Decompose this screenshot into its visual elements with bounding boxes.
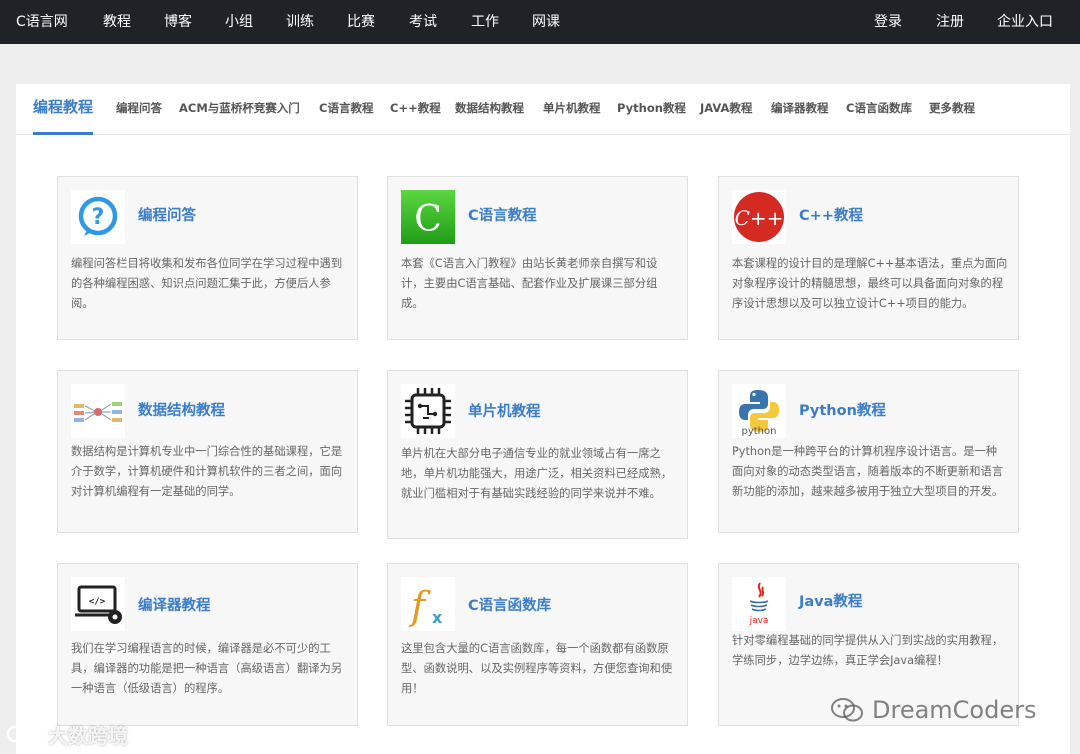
c-language-icon: C (401, 190, 455, 244)
function-icon: f x (401, 577, 455, 631)
nav-item-exam[interactable]: 考试 (409, 0, 437, 44)
card-description: 本套课程的设计目的是理解C++基本语法，重点为面向对象程序设计的精髓思想，最终可… (732, 257, 1008, 310)
nav-item-contest[interactable]: 比赛 (347, 0, 375, 44)
card-compiler-tutorial[interactable]: </> 编译器教程 我们在学习编程语言的时候，编译器是必不可少的工具，编译器的功… (57, 563, 358, 726)
card-description: 单片机在大部分电子通信专业的就业领域占有一席之地，单片机功能强大，用途广泛，相关… (401, 447, 673, 500)
card-description: Python是一种跨平台的计算机程序设计语言。是一种面向对象的动态类型语言，随着… (732, 445, 1004, 498)
login-link[interactable]: 登录 (874, 0, 902, 44)
card-programming-qa[interactable]: ? 编程问答 编程问答栏目将收集和发布各位同学在学习过程中遇到的各种编程困惑、知… (57, 176, 358, 340)
tab-java[interactable]: JAVA教程 (700, 84, 752, 135)
question-icon: ? (71, 190, 125, 244)
svg-text:C: C (414, 199, 442, 240)
card-description: 这里包含大量的C语言函数库，每一个函数都有函数原型、函数说明、以及实例程序等资料… (401, 642, 673, 695)
card-c-function-library[interactable]: f x C语言函数库 这里包含大量的C语言函数库，每一个函数都有函数原型、函数说… (387, 563, 688, 726)
card-description: 我们在学习编程语言的时候，编译器是必不可少的工具，编译器的功能是把一种语言（高级… (71, 642, 343, 695)
svg-text:python: python (742, 426, 777, 437)
nav-item-group[interactable]: 小组 (225, 0, 253, 44)
card-title: Java教程 (799, 594, 863, 610)
tab-mcu[interactable]: 单片机教程 (543, 84, 601, 135)
watermark-logo-icon (6, 725, 40, 743)
card-title: 单片机教程 (468, 404, 541, 420)
cpp-icon: C++ (732, 190, 786, 244)
java-icon: java (732, 577, 786, 631)
card-title: Python教程 (799, 403, 886, 419)
tab-programming-tutorials[interactable]: 编程教程 (33, 84, 94, 135)
enterprise-link[interactable]: 企业入口 (997, 0, 1053, 44)
card-cpp-tutorial[interactable]: C++ C++教程 本套课程的设计目的是理解C++基本语法，重点为面向对象程序设… (718, 176, 1019, 340)
tab-cpp[interactable]: C++教程 (390, 84, 441, 135)
tab-data-structures[interactable]: 数据结构教程 (455, 84, 524, 135)
watermark-left-text: 大数跨境 (48, 723, 128, 748)
card-title: C语言函数库 (468, 598, 552, 614)
watermark-left: 大数跨境 (6, 720, 128, 748)
card-description: 针对零编程基础的同学提供从入门到实战的实用教程，学练同步，边学边练，真正学会Ja… (732, 634, 1004, 667)
tab-qa[interactable]: 编程问答 (116, 84, 162, 135)
card-mcu-tutorial[interactable]: 单片机教程 单片机在大部分电子通信专业的就业领域占有一席之地，单片机功能强大，用… (387, 370, 688, 539)
card-python-tutorial[interactable]: python Python教程 Python是一种跨平台的计算机程序设计语言。是… (718, 370, 1019, 533)
tab-bar: 编程教程 编程问答 ACM与蓝桥杯竞赛入门 C语言教程 C++教程 数据结构教程… (16, 84, 1070, 135)
svg-text:?: ? (92, 205, 105, 230)
top-nav: C语言网 教程 博客 小组 训练 比赛 考试 工作 网课 登录 注册 企业入口 (0, 0, 1080, 44)
nav-item-courses[interactable]: 网课 (532, 0, 560, 44)
card-title: C++教程 (799, 208, 863, 224)
tab-python[interactable]: Python教程 (617, 84, 686, 135)
compiler-icon: </> (71, 577, 125, 631)
card-description: 编程问答栏目将收集和发布各位同学在学习过程中遇到的各种编程困惑、知识点问题汇集于… (71, 257, 343, 310)
nav-item-tutorial[interactable]: 教程 (103, 0, 131, 44)
wechat-icon (831, 698, 863, 722)
svg-text:</>: </> (89, 597, 106, 607)
data-structure-icon (71, 384, 125, 438)
register-link[interactable]: 注册 (936, 0, 964, 44)
card-description: 本套《C语言入门教程》由站长黄老师亲自撰写和设计，主要由C语言基础、配套作业及扩… (401, 257, 658, 310)
card-title: 编程问答 (138, 208, 196, 224)
nav-item-training[interactable]: 训练 (286, 0, 314, 44)
nav-item-blog[interactable]: 博客 (164, 0, 192, 44)
svg-text:C++: C++ (735, 206, 784, 230)
tab-compiler[interactable]: 编译器教程 (771, 84, 829, 135)
tab-c[interactable]: C语言教程 (319, 84, 373, 135)
card-title: 编译器教程 (138, 598, 211, 614)
tab-acm[interactable]: ACM与蓝桥杯竞赛入门 (179, 84, 300, 135)
card-data-structures[interactable]: 数据结构教程 数据结构是计算机专业中一门综合性的基础课程，它是介于数学，计算机硬… (57, 370, 358, 533)
watermark-right-text: DreamCoders (872, 696, 1037, 724)
card-title: C语言教程 (468, 208, 537, 224)
tab-c-library[interactable]: C语言函数库 (846, 84, 912, 135)
card-description: 数据结构是计算机专业中一门综合性的基础课程，它是介于数学，计算机硬件和计算机软件… (71, 445, 343, 498)
nav-item-jobs[interactable]: 工作 (471, 0, 499, 44)
tab-more[interactable]: 更多教程 (929, 84, 975, 135)
watermark-right: DreamCoders (830, 693, 1036, 727)
brand-logo[interactable]: C语言网 (16, 0, 68, 44)
card-c-tutorial[interactable]: C C语言教程 本套《C语言入门教程》由站长黄老师亲自撰写和设计，主要由C语言基… (387, 176, 688, 340)
python-icon: python (732, 384, 786, 438)
svg-text:x: x (432, 608, 443, 627)
chip-icon (401, 384, 455, 438)
svg-text:java: java (749, 616, 769, 626)
card-title: 数据结构教程 (138, 403, 225, 419)
